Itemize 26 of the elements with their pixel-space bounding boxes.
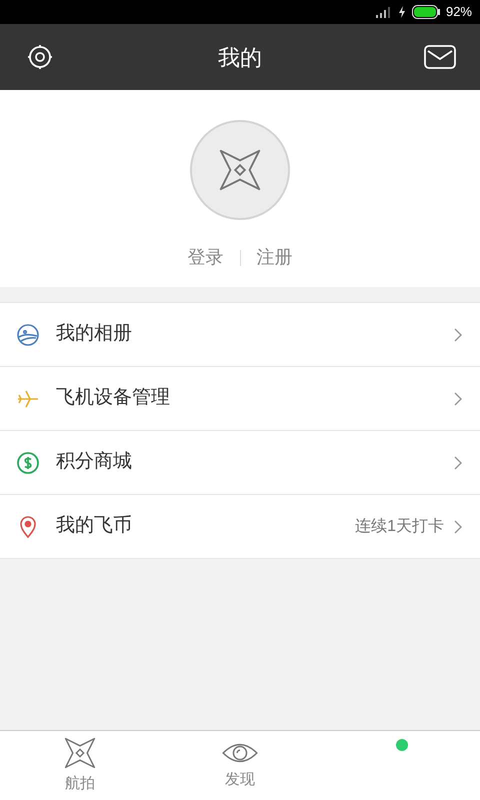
menu-item[interactable]: 我的飞币 连续1天打卡: [0, 495, 480, 559]
battery-percentage: 92%: [446, 3, 472, 22]
chevron-right-icon: [452, 454, 464, 470]
menu-item[interactable]: 飞机设备管理: [0, 367, 480, 431]
chevron-right-icon: [452, 518, 464, 534]
charging-icon: [398, 6, 406, 18]
chevron-right-icon: [452, 326, 464, 342]
menu-label: 我的相册: [56, 322, 132, 346]
register-link[interactable]: 注册: [240, 244, 308, 271]
envelope-icon: [424, 45, 456, 69]
menu-item[interactable]: 我的相册: [0, 303, 480, 367]
menu-item[interactable]: 积分商城: [0, 431, 480, 495]
login-link[interactable]: 登录: [172, 244, 240, 271]
landscape-icon: [16, 322, 40, 346]
battery-icon: [412, 5, 440, 19]
tab[interactable]: 航拍: [0, 731, 160, 800]
menu-label: 飞机设备管理: [56, 386, 170, 410]
chevron-right-icon: [452, 390, 464, 406]
signal-icon: [376, 6, 392, 18]
menu-label: 积分商城: [56, 450, 132, 474]
page-title: 我的: [218, 44, 262, 72]
check-in-note: 连续1天打卡: [355, 516, 444, 536]
dollar-coin-icon: [16, 450, 40, 474]
settings-icon: [26, 43, 54, 71]
menu-label: 我的飞币: [56, 514, 132, 538]
tab[interactable]: 发现: [160, 731, 320, 800]
